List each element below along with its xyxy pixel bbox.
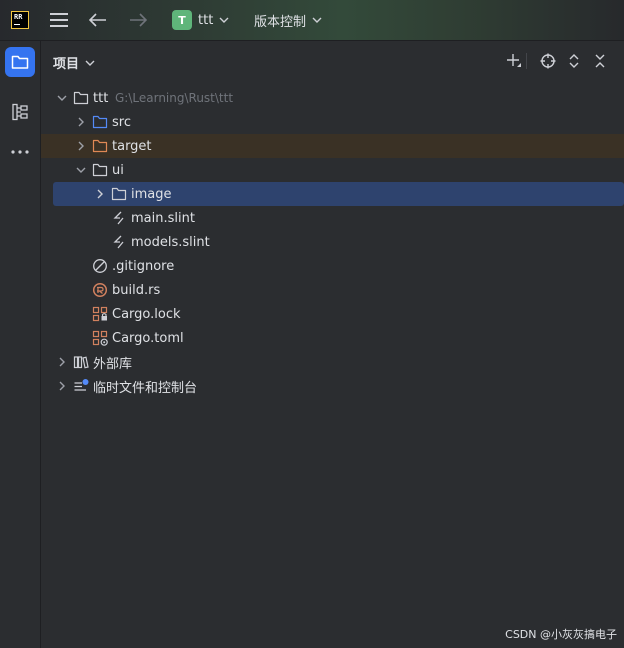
- folder-icon: [11, 55, 29, 69]
- tree-row-models-slint[interactable]: models.slint: [41, 230, 624, 254]
- forward-button[interactable]: [126, 8, 150, 32]
- vcs-widget[interactable]: 版本控制: [254, 8, 322, 32]
- locate-file-button[interactable]: [538, 51, 558, 71]
- tree-label: models.slint: [131, 234, 210, 250]
- chevron-right-icon[interactable]: [92, 186, 108, 202]
- structure-tool-button[interactable]: [5, 97, 35, 127]
- more-icon: [11, 150, 29, 154]
- expand-all-button[interactable]: [564, 51, 584, 71]
- scratches-icon: [73, 378, 89, 394]
- tree-label: build.rs: [112, 282, 161, 298]
- app-logo-text: RR: [14, 13, 23, 21]
- tree-row-build-rs[interactable]: build.rs: [41, 278, 624, 302]
- tree-row-main-slint[interactable]: main.slint: [41, 206, 624, 230]
- tree-row-gitignore[interactable]: .gitignore: [41, 254, 624, 278]
- tree-row-ui[interactable]: ui: [41, 158, 624, 182]
- structure-icon: [12, 103, 28, 121]
- folder-icon: [92, 114, 108, 130]
- more-tools-button[interactable]: [5, 137, 35, 167]
- folder-icon: [73, 90, 89, 106]
- slint-file-icon: [111, 234, 127, 250]
- arrow-right-icon: [130, 13, 147, 27]
- tree-label: .gitignore: [112, 258, 175, 274]
- header-separator: [526, 53, 527, 69]
- tree-row-src[interactable]: src: [41, 110, 624, 134]
- tree-row-external-libraries[interactable]: 外部库: [41, 350, 624, 374]
- chevron-down-icon: [312, 17, 322, 23]
- plus-icon: [507, 54, 521, 67]
- tree-label: ui: [112, 162, 124, 178]
- main-menu-button[interactable]: [47, 8, 71, 32]
- crosshair-icon: [540, 53, 556, 69]
- folder-excluded-icon: [92, 138, 108, 154]
- project-badge: T: [172, 10, 192, 30]
- tree-label: main.slint: [131, 210, 195, 226]
- tree-label: src: [112, 114, 131, 130]
- project-switcher[interactable]: T ttt: [172, 8, 229, 32]
- library-icon: [73, 354, 89, 370]
- project-tool-button[interactable]: [5, 47, 35, 77]
- tree-label: image: [131, 186, 172, 202]
- chevron-right-icon[interactable]: [73, 114, 89, 130]
- cargo-toml-icon: [92, 330, 108, 346]
- view-selector[interactable]: 项目: [53, 53, 95, 72]
- collapse-icon: [595, 54, 605, 68]
- rust-file-icon: [92, 282, 108, 298]
- cargo-lock-icon: [92, 306, 108, 322]
- ignore-file-icon: [92, 258, 108, 274]
- project-name: ttt: [198, 12, 214, 28]
- root-path: G:\Learning\Rust\ttt: [115, 91, 234, 105]
- new-file-button[interactable]: [504, 51, 524, 71]
- tree-row-cargo-toml[interactable]: Cargo.toml: [41, 326, 624, 350]
- chevron-down-icon[interactable]: [73, 162, 89, 178]
- folder-icon: [92, 162, 108, 178]
- expand-icon: [569, 54, 579, 68]
- hamburger-icon: [50, 13, 68, 27]
- tree-label: Cargo.toml: [112, 330, 184, 346]
- chevron-down-icon: [219, 17, 229, 23]
- tree-row-target[interactable]: target: [41, 134, 624, 158]
- app-logo[interactable]: RR: [11, 11, 29, 29]
- tool-window-strip: [0, 41, 41, 648]
- chevron-right-icon[interactable]: [54, 378, 70, 394]
- watermark: CSDN @小灰灰搞电子: [505, 628, 617, 641]
- slint-file-icon: [111, 210, 127, 226]
- chevron-right-icon[interactable]: [54, 354, 70, 370]
- folder-icon: [111, 186, 127, 202]
- project-panel: 项目 ttt G:\Learning\Rust\ttt src target u…: [41, 41, 624, 648]
- root-label: ttt: [93, 90, 109, 106]
- collapse-all-button[interactable]: [590, 51, 610, 71]
- title-bar: RR T ttt 版本控制: [0, 0, 624, 41]
- chevron-down-icon: [85, 60, 95, 66]
- chevron-down-icon[interactable]: [54, 90, 70, 106]
- chevron-right-icon[interactable]: [73, 138, 89, 154]
- tree-label: 临时文件和控制台: [93, 380, 198, 396]
- tree-label: target: [112, 138, 152, 154]
- tree-row-cargo-lock[interactable]: Cargo.lock: [41, 302, 624, 326]
- tree-row-scratches[interactable]: 临时文件和控制台: [41, 374, 624, 398]
- tree-row-image[interactable]: image: [53, 182, 624, 206]
- tree-row-root[interactable]: ttt G:\Learning\Rust\ttt: [41, 86, 624, 110]
- panel-title: 项目: [53, 57, 80, 72]
- panel-header: 项目: [41, 41, 624, 81]
- vcs-label: 版本控制: [254, 14, 307, 30]
- tree-label: 外部库: [93, 356, 133, 372]
- arrow-left-icon: [89, 13, 106, 27]
- back-button[interactable]: [86, 8, 110, 32]
- tree-label: Cargo.lock: [112, 306, 181, 322]
